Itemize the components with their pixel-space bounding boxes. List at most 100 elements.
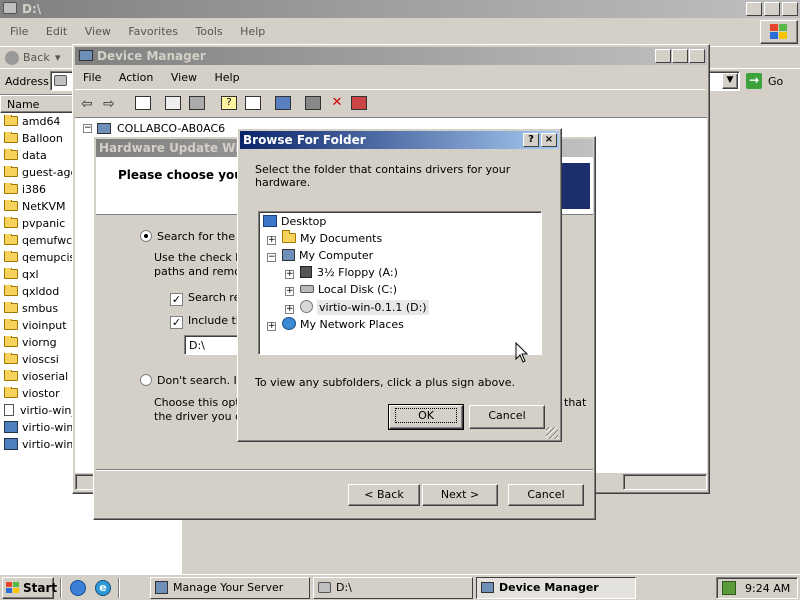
file-list-item[interactable]: smbus <box>4 302 74 319</box>
file-list-item[interactable]: i386 <box>4 183 74 200</box>
system-tray: 9:24 AM <box>716 577 798 599</box>
menu-help[interactable]: Help <box>214 71 239 84</box>
menu-file[interactable]: File <box>83 71 101 84</box>
help-button[interactable]: ? <box>523 133 539 147</box>
tree-item-floppy[interactable]: +3½ Floppy (A:) <box>285 266 398 279</box>
file-list-item[interactable]: data <box>4 149 74 166</box>
file-list-item[interactable]: virtio-win_ <box>4 404 74 421</box>
task-explorer[interactable]: D:\ <box>313 577 473 599</box>
tree-item-desktop[interactable]: Desktop <box>263 215 326 228</box>
checkbox-removable[interactable]: ✓ <box>170 293 183 306</box>
file-list-item[interactable]: Balloon <box>4 132 74 149</box>
back-button[interactable]: < Back <box>348 484 420 506</box>
tree-item-my-documents[interactable]: + My Documents <box>267 230 382 245</box>
file-list-item[interactable]: qemufwcf <box>4 234 74 251</box>
path-input[interactable]: D:\ <box>184 335 244 355</box>
restore-button[interactable]: ❐ <box>764 2 780 16</box>
menu-view[interactable]: View <box>171 71 197 84</box>
task-manage-your-server[interactable]: Manage Your Server <box>150 577 310 599</box>
device-manager-titlebar[interactable]: Device Manager _ □ × <box>75 47 707 65</box>
file-list-item[interactable]: amd64 <box>4 115 74 132</box>
check-include-location[interactable]: ✓ Include thi <box>170 314 246 329</box>
print-icon[interactable] <box>189 96 205 110</box>
tree-item-cdrom[interactable]: + virtio-win-0.1.1 (D:) <box>285 300 429 315</box>
disable-icon[interactable] <box>351 96 367 110</box>
tree-item-local-disk[interactable]: + Local Disk (C:) <box>285 283 397 296</box>
close-button[interactable]: × <box>541 133 557 147</box>
menu-view[interactable]: View <box>85 25 111 38</box>
tree-item-my-computer[interactable]: − My Computer <box>267 249 373 262</box>
file-list-item[interactable]: viorng <box>4 336 74 353</box>
quick-launch-ie-icon[interactable] <box>70 580 86 596</box>
menu-tools[interactable]: Tools <box>196 25 223 38</box>
task-device-manager[interactable]: Device Manager <box>476 577 636 599</box>
option-dont-search[interactable]: Don't search. I w <box>140 374 249 387</box>
device-tree-root[interactable]: COLLABCO-AB0AC6 <box>117 122 225 135</box>
collapse-icon[interactable]: − <box>83 124 92 133</box>
ok-button[interactable]: OK <box>388 404 464 430</box>
expand-icon[interactable]: + <box>285 270 294 279</box>
close-button[interactable]: × <box>782 2 798 16</box>
quick-launch-explorer-icon[interactable]: e <box>95 580 111 596</box>
back-arrow-icon[interactable] <box>5 51 19 65</box>
expand-icon[interactable]: + <box>285 287 294 296</box>
file-list-item[interactable]: qemupcise <box>4 251 74 268</box>
tree-item-network[interactable]: + My Network Places <box>267 317 404 331</box>
menu-file[interactable]: File <box>10 25 28 38</box>
close-button[interactable]: × <box>689 49 705 63</box>
radio-dont-search[interactable] <box>140 374 152 386</box>
minimize-button[interactable]: _ <box>655 49 671 63</box>
uninstall-icon[interactable]: ✕ <box>329 96 345 110</box>
file-list-item[interactable]: pvpanic <box>4 217 74 234</box>
file-list-item[interactable]: virtio-win- <box>4 438 74 455</box>
check-removable-media[interactable]: ✓ Search rer <box>170 291 245 306</box>
view-icon[interactable] <box>245 96 261 110</box>
expand-icon[interactable]: + <box>267 322 276 331</box>
go-button[interactable]: → Go <box>744 72 796 90</box>
update-driver-icon[interactable] <box>305 96 321 110</box>
checkbox-include[interactable]: ✓ <box>170 316 183 329</box>
name-column-header[interactable]: Name <box>0 95 76 113</box>
cancel-button[interactable]: Cancel <box>469 405 545 429</box>
file-list-item[interactable]: viostor <box>4 387 74 404</box>
maximize-button[interactable]: □ <box>672 49 688 63</box>
next-button[interactable]: Next > <box>422 484 498 506</box>
menu-action[interactable]: Action <box>119 71 153 84</box>
chevron-down-icon[interactable]: ▾ <box>55 51 61 64</box>
explorer-titlebar[interactable]: D:\ _ ❐ × <box>0 0 800 18</box>
network-tray-icon[interactable] <box>722 581 736 595</box>
browse-folder-dialog: Browse For Folder ? × Select the folder … <box>237 128 562 442</box>
expand-icon[interactable]: + <box>285 305 294 314</box>
console-tree-icon[interactable] <box>135 96 151 110</box>
scan-hardware-icon[interactable] <box>275 96 291 110</box>
folder-icon <box>4 200 18 211</box>
file-list-item[interactable]: qxldod <box>4 285 74 302</box>
file-list-item[interactable]: qxl <box>4 268 74 285</box>
option-search[interactable]: Search for the be <box>140 230 252 243</box>
start-button[interactable]: Start <box>2 577 57 599</box>
browse-titlebar[interactable]: Browse For Folder ? × <box>240 131 559 149</box>
file-list-item[interactable]: NetKVM <box>4 200 74 217</box>
resize-grip-icon[interactable] <box>546 427 558 439</box>
file-list-item[interactable]: vioscsi <box>4 353 74 370</box>
file-list-item[interactable]: virtio-win- <box>4 421 74 438</box>
address-dropdown-button[interactable]: ▼ <box>722 73 738 89</box>
back-arrow-icon[interactable]: ⇦ <box>81 96 93 112</box>
file-name: virtio-win- <box>22 438 74 451</box>
file-list-item[interactable]: guest-age <box>4 166 74 183</box>
file-list-item[interactable]: vioinput <box>4 319 74 336</box>
cancel-button[interactable]: Cancel <box>508 484 584 506</box>
menu-favorites[interactable]: Favorites <box>128 25 178 38</box>
file-list-item[interactable]: vioserial <box>4 370 74 387</box>
forward-arrow-icon[interactable]: ⇨ <box>103 96 115 112</box>
menu-help[interactable]: Help <box>240 25 265 38</box>
back-button-label[interactable]: Back <box>23 51 50 64</box>
collapse-icon[interactable]: − <box>267 253 276 262</box>
properties-icon[interactable] <box>165 96 181 110</box>
radio-search[interactable] <box>140 230 152 242</box>
minimize-button[interactable]: _ <box>746 2 762 16</box>
menu-edit[interactable]: Edit <box>46 25 67 38</box>
help-icon[interactable]: ? <box>221 96 237 110</box>
expand-icon[interactable]: + <box>267 236 276 245</box>
installer-icon <box>4 421 18 433</box>
